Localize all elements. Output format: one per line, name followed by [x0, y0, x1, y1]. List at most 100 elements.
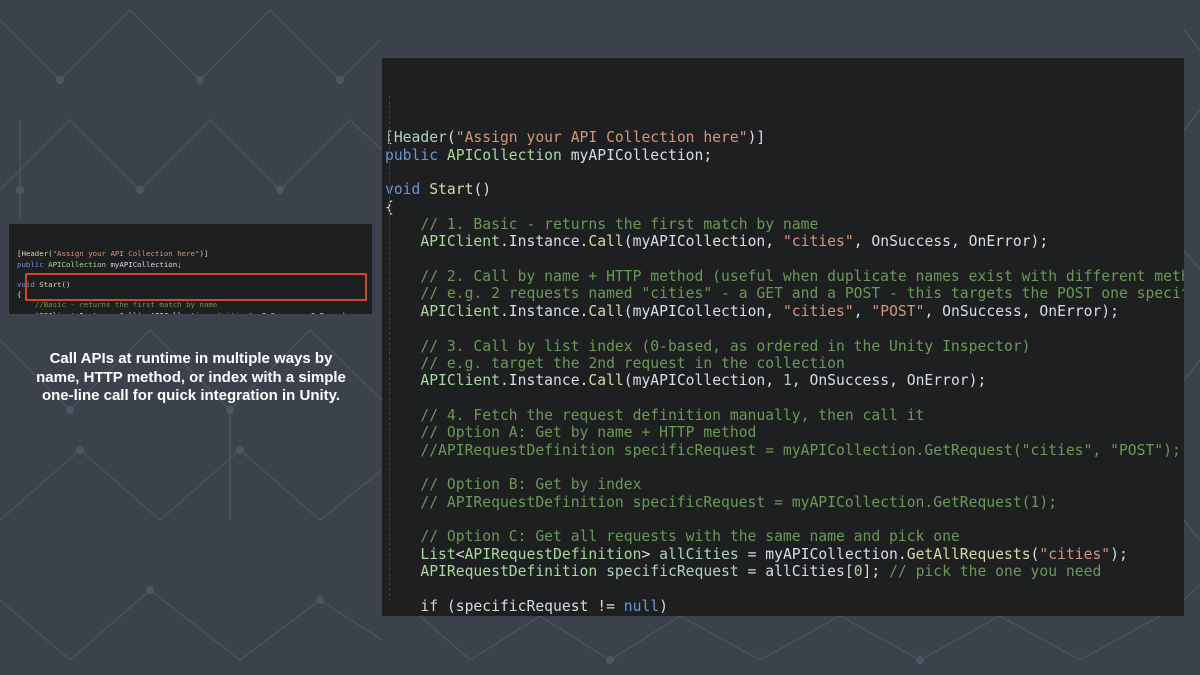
code-token: Call	[119, 311, 137, 314]
indent-guide	[422, 615, 423, 616]
feature-caption: Call APIs at runtime in multiple ways by…	[36, 350, 346, 404]
code-token: //Basic - returns the first match by nam…	[17, 300, 218, 310]
code-token: APIRequestDefinition	[420, 562, 598, 580]
code-line: {	[385, 615, 1184, 616]
code-token: "Assign your API Collection here"	[52, 249, 200, 259]
code-token: .Instance.	[499, 233, 589, 251]
code-line: // 1. Basic - returns the first match by…	[385, 216, 1184, 233]
code-token: Call	[588, 233, 624, 251]
code-line: // e.g. 2 requests named "cities" - a GE…	[385, 285, 1184, 302]
small-code-preview: [Header("Assign your API Collection here…	[9, 224, 372, 314]
code-line: // APIRequestDefinition specificRequest …	[385, 494, 1184, 511]
small-code-line: [Header("Assign your API Collection here…	[17, 249, 372, 259]
code-line: //APIRequestDefinition specificRequest =…	[385, 442, 1184, 459]
code-token: , OnSuccess, OnError);	[853, 233, 1049, 251]
code-line: List<APIRequestDefinition> allCities = m…	[385, 546, 1184, 563]
code-token: (myAPICollection,	[623, 302, 783, 320]
code-token: // 2. Call by name + HTTP method (useful…	[385, 268, 1184, 286]
code-line: // 2. Call by name + HTTP method (useful…	[385, 268, 1184, 285]
code-token: APIClient	[420, 302, 500, 320]
code-token: // Option B: Get by index	[385, 476, 642, 494]
code-token: .Instance.	[499, 372, 589, 390]
code-line: APIClient.Instance.Call(myAPICollection,…	[385, 303, 1184, 320]
code-token: specificRequest	[606, 562, 739, 580]
code-token: = myAPICollection.	[738, 545, 907, 563]
code-token: "cities"	[782, 302, 854, 320]
code-token: myAPICollection;	[561, 146, 713, 164]
code-line: // e.g. target the 2nd request in the co…	[385, 355, 1184, 372]
code-line: // Option A: Get by name + HTTP method	[385, 424, 1184, 441]
code-line: // Option C: Get all requests with the s…	[385, 528, 1184, 545]
code-token: Header	[393, 129, 447, 147]
code-token: // Option C: Get all requests with the s…	[385, 528, 960, 546]
code-token: myAPICollection;	[106, 259, 182, 269]
code-token: .Instance.	[499, 302, 589, 320]
highlight-box	[25, 273, 367, 301]
code-line: // Option B: Get by index	[385, 476, 1184, 493]
code-token: <	[455, 545, 465, 563]
code-token: void	[385, 181, 430, 199]
code-token: APICollection	[48, 259, 107, 269]
code-lines: [Header("Assign your API Collection here…	[385, 129, 1184, 616]
code-token: , OnSuccess, OnError);	[924, 302, 1119, 320]
code-token: APIClient	[35, 311, 75, 314]
code-token: // Option A: Get by name + HTTP method	[385, 424, 757, 442]
code-token: = allCities[	[738, 562, 854, 580]
small-code-line: //Basic - returns the first match by nam…	[17, 300, 372, 310]
code-token: )]	[199, 249, 209, 259]
code-line: APIClient.Instance.Call(myAPICollection,…	[385, 233, 1184, 250]
code-token: List	[420, 545, 456, 563]
code-token: null	[623, 597, 660, 615]
small-code-line: public APICollection myAPICollection;	[17, 260, 372, 270]
code-token: ()	[473, 181, 492, 199]
code-token: .Instance.	[75, 311, 120, 314]
code-token: Start	[429, 181, 474, 199]
code-token: Call	[588, 372, 624, 390]
code-token: // APIRequestDefinition specificRequest …	[385, 493, 1058, 511]
code-token: GetAllRequests	[906, 545, 1031, 563]
code-token: , OnSuccess, OnError);	[791, 372, 987, 390]
code-line: // 4. Fetch the request definition manua…	[385, 407, 1184, 424]
code-line: void Start()	[385, 181, 1184, 198]
code-token: Call	[588, 302, 624, 320]
code-token: (specificRequest !=	[438, 597, 624, 615]
code-token: // 4. Fetch the request definition manua…	[385, 406, 925, 424]
code-token: 0	[853, 562, 863, 580]
code-token: // 3. Call by list index (0-based, as or…	[385, 337, 1031, 355]
code-line: if (specificRequest != null)	[385, 598, 1184, 615]
code-token: );	[1110, 545, 1128, 563]
code-token: )]	[747, 129, 766, 147]
code-token: //APIRequestDefinition specificRequest =…	[385, 441, 1181, 459]
code-line: public APICollection myAPICollection;	[385, 147, 1184, 164]
code-token: "cities"	[1039, 545, 1111, 563]
code-token: ,	[853, 302, 872, 320]
code-token: "cities"	[217, 311, 253, 314]
code-token: )	[659, 597, 668, 615]
code-token: APICollection	[446, 146, 562, 164]
code-token: (myAPICollection,	[137, 311, 217, 314]
small-code-line: APIClient.Instance.Call(myAPICollection,…	[17, 311, 372, 314]
indent-guide	[389, 96, 390, 601]
code-line: APIClient.Instance.Call(myAPICollection,…	[385, 372, 1184, 389]
code-token: allCities	[659, 545, 739, 563]
code-line: // 3. Call by list index (0-based, as or…	[385, 338, 1184, 355]
code-token: , OnSuccess, OnError);	[253, 311, 351, 314]
code-line: [Header("Assign your API Collection here…	[385, 129, 1184, 146]
code-token: {	[17, 290, 22, 300]
code-editor: [Header("Assign your API Collection here…	[382, 58, 1184, 616]
code-token: // e.g. target the 2nd request in the co…	[385, 354, 845, 372]
code-token: (myAPICollection,	[623, 372, 783, 390]
code-token: APIClient	[420, 233, 500, 251]
code-token: Header	[21, 249, 49, 259]
